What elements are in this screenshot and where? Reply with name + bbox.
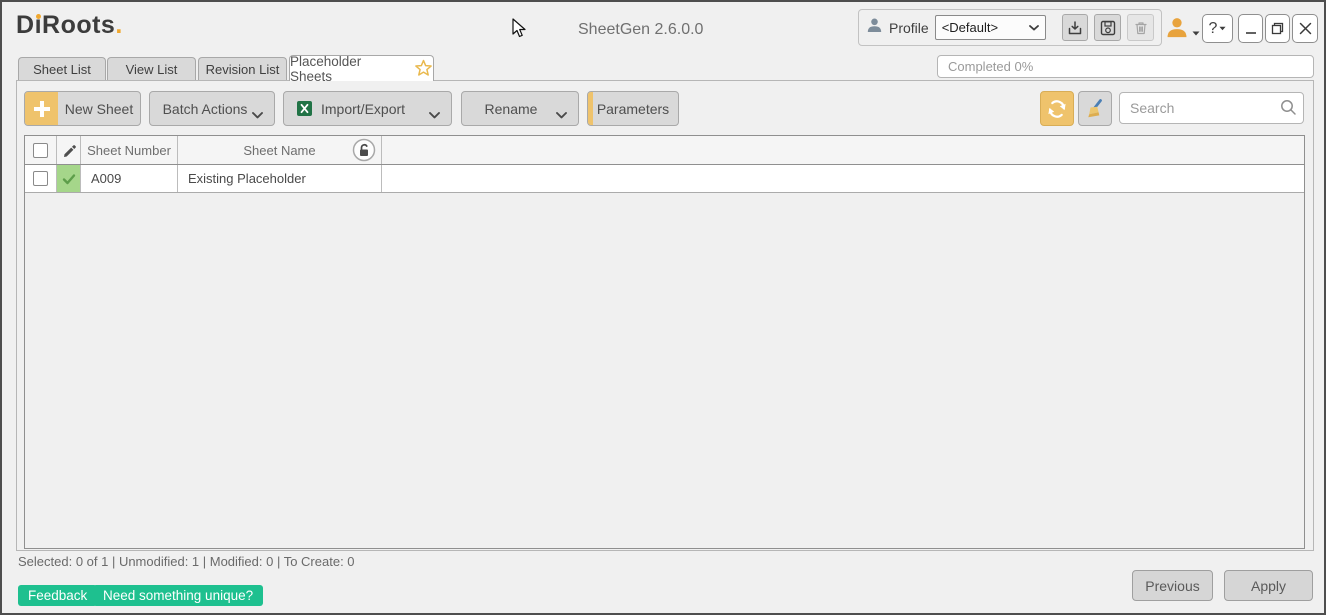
column-label: Sheet Name: [243, 143, 315, 158]
new-sheet-button[interactable]: New Sheet: [24, 91, 141, 126]
chevron-down-icon: [429, 106, 440, 122]
sheet-number-cell[interactable]: A009: [81, 165, 178, 192]
empty-cell: [382, 165, 1304, 192]
table-row: A009 Existing Placeholder: [25, 165, 1304, 193]
profile-import-button[interactable]: [1062, 14, 1089, 41]
select-all-checkbox[interactable]: [33, 143, 48, 158]
refresh-button[interactable]: [1040, 91, 1074, 126]
progress-label: Completed 0%: [948, 59, 1033, 74]
orange-accent-bar: [588, 92, 593, 125]
chevron-down-icon: [1029, 25, 1039, 31]
profile-save-button[interactable]: [1094, 14, 1121, 41]
tab-placeholder-sheets[interactable]: Placeholder Sheets: [289, 55, 434, 81]
sheet-number-header: Sheet Number: [81, 136, 178, 164]
minimize-icon: [1244, 22, 1258, 36]
previous-button[interactable]: Previous: [1132, 570, 1213, 601]
trash-icon: [1132, 19, 1150, 37]
search-input[interactable]: [1119, 92, 1304, 124]
plus-icon: [25, 92, 58, 125]
parameters-button[interactable]: Parameters: [587, 91, 679, 126]
user-account-button[interactable]: [1165, 16, 1200, 40]
parameters-label: Parameters: [597, 101, 669, 117]
import-export-button[interactable]: Import/Export: [283, 91, 452, 126]
sheet-name-cell[interactable]: Existing Placeholder: [178, 165, 382, 192]
chevron-down-icon: [1192, 31, 1200, 36]
batch-actions-label: Batch Actions: [163, 101, 248, 117]
search-box: [1119, 92, 1304, 124]
close-icon: [1298, 21, 1313, 36]
tab-view-list[interactable]: View List: [107, 57, 196, 80]
rename-label: Rename: [485, 101, 538, 117]
rename-button[interactable]: Rename: [461, 91, 579, 126]
profile-delete-button[interactable]: [1127, 14, 1154, 41]
tab-sheet-list[interactable]: Sheet List: [18, 57, 106, 80]
profile-select[interactable]: <Default>: [935, 15, 1046, 40]
select-all-cell: [25, 136, 57, 164]
tab-label: Sheet List: [33, 62, 91, 77]
import-export-label: Import/Export: [321, 101, 405, 117]
sheets-table: Sheet Number Sheet Name A009 Existing Pl…: [24, 135, 1305, 549]
batch-actions-button[interactable]: Batch Actions: [149, 91, 275, 126]
progress-bar: Completed 0%: [937, 55, 1314, 78]
broom-icon: [1084, 98, 1106, 120]
search-icon: [1280, 99, 1297, 121]
import-icon: [1066, 19, 1084, 37]
edit-column-header: [57, 136, 81, 164]
logo-i-orange-dot: ı: [35, 11, 42, 40]
tab-label: Placeholder Sheets: [290, 54, 407, 84]
apply-button[interactable]: Apply: [1224, 570, 1313, 601]
empty-column-header: [382, 136, 1304, 164]
refresh-icon: [1046, 98, 1068, 120]
minimize-button[interactable]: [1238, 14, 1263, 43]
status-bar: Selected: 0 of 1 | Unmodified: 1 | Modif…: [18, 554, 355, 569]
chevron-down-icon: [556, 106, 567, 122]
favorite-star-icon[interactable]: [414, 59, 433, 78]
clean-button[interactable]: [1078, 91, 1112, 126]
window-title: SheetGen 2.6.0.0: [578, 21, 703, 39]
profile-group: Profile <Default>: [858, 9, 1162, 46]
logo-text: D: [16, 11, 35, 39]
diroots-logo: DıRoots.: [16, 11, 123, 40]
table-header-row: Sheet Number Sheet Name: [25, 136, 1304, 165]
save-icon: [1099, 19, 1117, 37]
unlock-icon[interactable]: [352, 138, 376, 165]
tab-label: Revision List: [206, 62, 280, 77]
maximize-button[interactable]: [1265, 14, 1290, 43]
logo-period: .: [115, 11, 122, 39]
profile-selected-value: <Default>: [942, 20, 998, 35]
tab-label: View List: [126, 62, 178, 77]
feedback-button[interactable]: Feedback: [18, 585, 97, 606]
sheet-number-value: A009: [91, 171, 121, 186]
sheet-name-header: Sheet Name: [178, 136, 382, 164]
check-icon: [62, 172, 76, 186]
help-label: ?: [1209, 20, 1218, 38]
profile-person-icon: [866, 17, 883, 39]
help-button[interactable]: ?: [1202, 14, 1233, 43]
mouse-cursor-icon: [512, 18, 532, 45]
logo-text-rest: Roots: [42, 11, 115, 39]
user-icon: [1165, 16, 1189, 40]
close-button[interactable]: [1292, 14, 1318, 43]
excel-icon: [296, 100, 313, 117]
need-something-unique-button[interactable]: Need something unique?: [93, 585, 263, 606]
profile-label: Profile: [889, 20, 929, 36]
chevron-down-icon: [1219, 26, 1226, 31]
sheet-name-value: Existing Placeholder: [188, 171, 306, 186]
pencil-icon: [62, 143, 76, 157]
new-sheet-label: New Sheet: [65, 101, 133, 117]
maximize-icon: [1271, 22, 1284, 35]
tab-revision-list[interactable]: Revision List: [198, 57, 287, 80]
column-label: Sheet Number: [87, 143, 171, 158]
chevron-down-icon: [252, 106, 263, 122]
row-checkbox[interactable]: [33, 171, 48, 186]
row-status-cell: [57, 165, 81, 192]
row-select-cell: [25, 165, 57, 192]
